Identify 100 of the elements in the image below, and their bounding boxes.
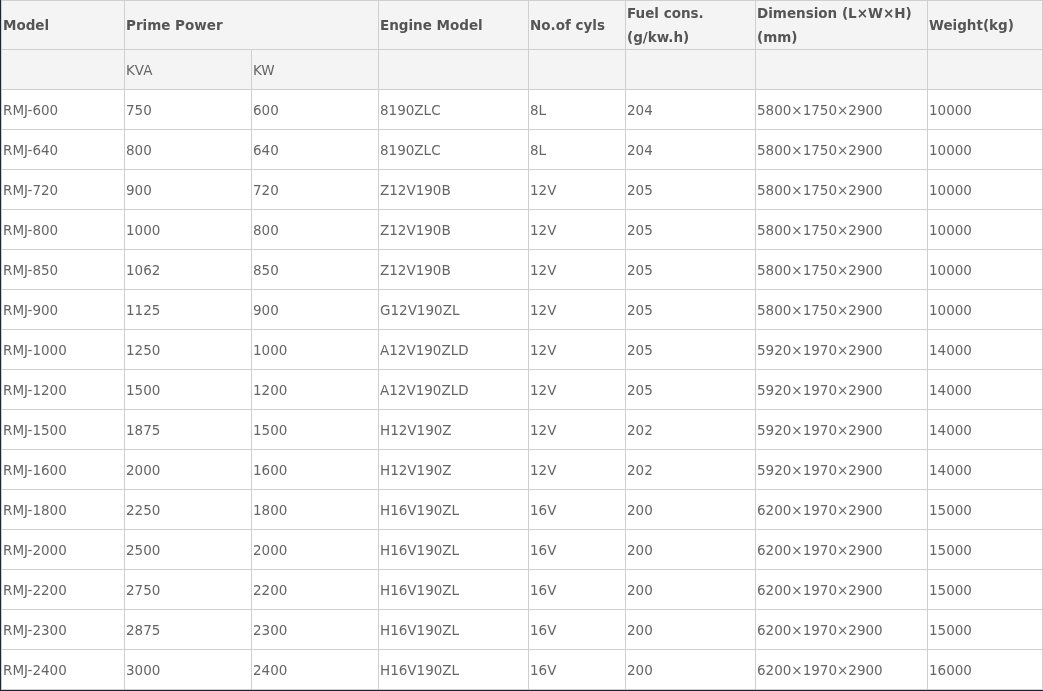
table-cell: H16V190ZL (378, 489, 529, 530)
table-cell: 5920×1970×2900 (755, 409, 928, 450)
table-cell: 2300 (251, 609, 379, 650)
table-cell: 10000 (927, 289, 1043, 330)
table-cell: 1500 (251, 409, 379, 450)
table-cell: 600 (251, 89, 379, 130)
table-cell: 2000 (251, 529, 379, 570)
column-header: Dimension (L×W×H) (mm) (755, 0, 928, 50)
table-cell: H12V190Z (378, 409, 529, 450)
table-cell: Z12V190B (378, 209, 529, 250)
table-cell: 1000 (251, 329, 379, 370)
table-cell: 12V (528, 369, 626, 410)
table-cell: 800 (251, 209, 379, 250)
table-cell: RMJ-1200 (1, 369, 125, 410)
table-cell: 2400 (251, 649, 379, 690)
table-cell: Z12V190B (378, 249, 529, 290)
column-header: Weight(kg) (927, 0, 1043, 50)
table-cell: 15000 (927, 529, 1043, 570)
table-cell: RMJ-1600 (1, 449, 125, 490)
table-cell: 1062 (124, 249, 252, 290)
table-cell: 10000 (927, 169, 1043, 210)
table-cell: 10000 (927, 89, 1043, 130)
table-cell: 900 (251, 289, 379, 330)
table-cell: 1800 (251, 489, 379, 530)
table-cell: RMJ-2200 (1, 569, 125, 610)
table-cell: 205 (625, 249, 756, 290)
table-cell: 5800×1750×2900 (755, 129, 928, 170)
table-cell: 750 (124, 89, 252, 130)
table-cell: 10000 (927, 209, 1043, 250)
table-cell: 16V (528, 609, 626, 650)
table-cell: 14000 (927, 449, 1043, 490)
table-cell: 8190ZLC (378, 89, 529, 130)
table-cell: 202 (625, 409, 756, 450)
table-cell: 205 (625, 209, 756, 250)
table-cell: 14000 (927, 409, 1043, 450)
table-cell: 2875 (124, 609, 252, 650)
table-cell: RMJ-720 (1, 169, 125, 210)
table-cell: 720 (251, 169, 379, 210)
table-cell: A12V190ZLD (378, 369, 529, 410)
table-cell: H16V190ZL (378, 649, 529, 690)
table-cell: 850 (251, 249, 379, 290)
table-cell: 8L (528, 129, 626, 170)
table-cell: 12V (528, 209, 626, 250)
table-cell: 2000 (124, 449, 252, 490)
table-cell: 1000 (124, 209, 252, 250)
table-cell: 2500 (124, 529, 252, 570)
table-cell: 205 (625, 169, 756, 210)
table-cell: RMJ-2300 (1, 609, 125, 650)
table-cell: 6200×1970×2900 (755, 489, 928, 530)
table-cell: 12V (528, 329, 626, 370)
table-cell: H16V190ZL (378, 529, 529, 570)
table-cell: 16V (528, 529, 626, 570)
table-cell: 800 (124, 129, 252, 170)
table-cell: RMJ-1000 (1, 329, 125, 370)
table-cell: 205 (625, 369, 756, 410)
table-cell: 1125 (124, 289, 252, 330)
table-cell: RMJ-600 (1, 89, 125, 130)
table-cell: 16000 (927, 649, 1043, 690)
column-header: Model (1, 0, 125, 50)
table-cell: 5800×1750×2900 (755, 169, 928, 210)
table-cell: 200 (625, 489, 756, 530)
table-cell: 1200 (251, 369, 379, 410)
table-cell: H16V190ZL (378, 609, 529, 650)
table-cell: 1250 (124, 329, 252, 370)
table-cell: 2200 (251, 569, 379, 610)
table-cell: 8L (528, 89, 626, 130)
table-cell: RMJ-850 (1, 249, 125, 290)
table-cell: 5800×1750×2900 (755, 89, 928, 130)
table-cell: RMJ-1500 (1, 409, 125, 450)
table-cell: 202 (625, 449, 756, 490)
column-header: Prime Power (124, 0, 379, 50)
table-cell: 6200×1970×2900 (755, 609, 928, 650)
table-cell: 2750 (124, 569, 252, 610)
table-cell: 200 (625, 649, 756, 690)
table-cell: 12V (528, 449, 626, 490)
table-cell: 8190ZLC (378, 129, 529, 170)
table-cell: 200 (625, 569, 756, 610)
table-cell: 6200×1970×2900 (755, 529, 928, 570)
column-header: Fuel cons. (g/kw.h) (625, 0, 756, 50)
table-cell: 10000 (927, 129, 1043, 170)
table-cell: 900 (124, 169, 252, 210)
table-cell: H12V190Z (378, 449, 529, 490)
table-cell: 6200×1970×2900 (755, 649, 928, 690)
table-cell: 640 (251, 129, 379, 170)
table-cell: 12V (528, 409, 626, 450)
table-cell: 205 (625, 329, 756, 370)
table-cell: 15000 (927, 489, 1043, 530)
table-cell: RMJ-2000 (1, 529, 125, 570)
table-cell: 200 (625, 609, 756, 650)
table-cell: 5800×1750×2900 (755, 209, 928, 250)
table-cell: 5800×1750×2900 (755, 249, 928, 290)
table-cell: 16V (528, 649, 626, 690)
table-cell: 1500 (124, 369, 252, 410)
table-cell: 5800×1750×2900 (755, 289, 928, 330)
table-cell: 14000 (927, 329, 1043, 370)
table-cell: 10000 (927, 249, 1043, 290)
table-cell: 204 (625, 89, 756, 130)
table-cell: 5920×1970×2900 (755, 449, 928, 490)
table-cell: 15000 (927, 569, 1043, 610)
subheader-cell: KVA (124, 49, 252, 90)
